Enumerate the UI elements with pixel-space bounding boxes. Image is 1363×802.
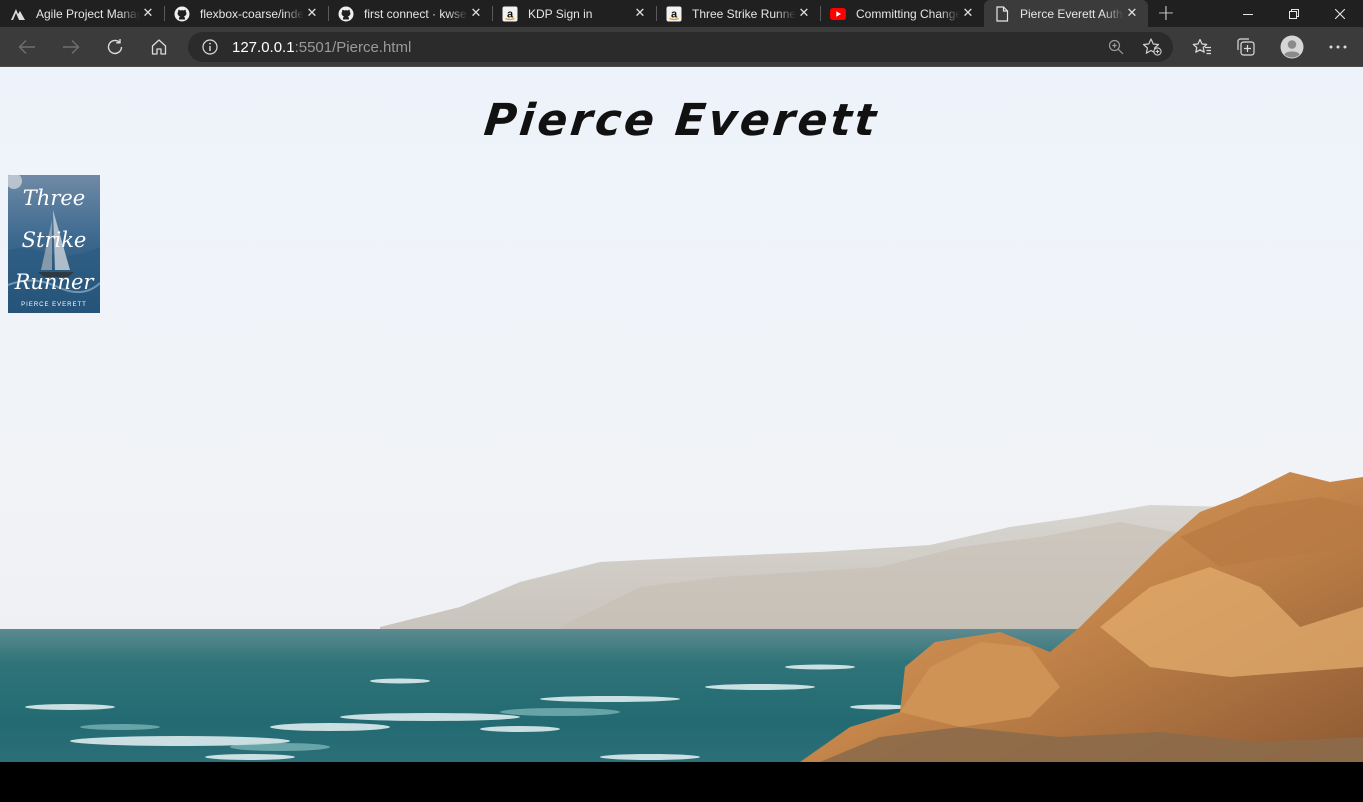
page-icon [994,5,1010,22]
close-icon[interactable]: ✕ [304,6,320,22]
book-title-line: Strike [21,228,87,252]
book-title-line: Three [22,186,86,210]
home-icon [151,38,167,55]
avatar-icon [1280,35,1304,59]
restore-button[interactable] [1271,0,1317,27]
url-host: 127.0.0.1 [232,38,295,56]
forward-arrow-icon [63,39,80,54]
taskbar-area [0,762,1363,802]
add-favorite-icon[interactable] [1139,34,1165,60]
page-title: Pierce Everett [481,95,882,146]
address-bar[interactable]: 127.0.0.1:5501/Pierce.html [188,32,1173,62]
tab-kdp-sign-in[interactable]: a KDP Sign in ✕ [492,0,656,27]
close-icon[interactable]: ✕ [632,6,648,22]
background-landscape-image [0,67,1363,762]
settings-menu-button[interactable] [1322,31,1354,63]
url-path: :5501/Pierce.html [294,38,412,56]
tab-pierce-everett-author[interactable]: Pierce Everett Author ✕ [984,0,1148,27]
collections-button[interactable] [1230,31,1262,63]
book-title: Three Strike Runner [8,177,100,303]
close-icon[interactable]: ✕ [960,6,976,22]
tab-title: first connect · kwse [364,6,467,21]
amazon-icon: a [502,6,518,22]
profile-button[interactable] [1276,31,1308,63]
more-icon [1329,45,1347,49]
favorites-button[interactable] [1186,31,1218,63]
tab-strip: Agile Project Management ✕ flexbox-coars… [0,0,1363,27]
back-arrow-icon [18,39,35,54]
close-icon [1335,8,1345,19]
window-controls [1225,0,1363,27]
tab-title: Agile Project Management [36,6,140,21]
github-icon [338,6,354,22]
refresh-button[interactable] [99,31,131,63]
tab-committing-changes[interactable]: Committing Changes ✕ [820,0,984,27]
close-window-button[interactable] [1317,0,1363,27]
back-button[interactable] [11,31,43,63]
collections-icon [1237,38,1255,56]
agile-logo-icon [10,6,26,22]
tab-three-strike-runner[interactable]: a Three Strike Runner ✕ [656,0,820,27]
zoom-icon[interactable] [1103,34,1129,60]
close-icon[interactable]: ✕ [796,6,812,22]
tab-title: Pierce Everett Author [1020,6,1124,21]
tab-agile[interactable]: Agile Project Management ✕ [0,0,164,27]
info-icon[interactable] [201,38,219,56]
tab-title: Three Strike Runner [692,6,796,21]
home-button[interactable] [143,31,175,63]
tab-flexbox[interactable]: flexbox-coarse/index ✕ [164,0,328,27]
minimize-icon [1243,13,1253,15]
tab-first-connect[interactable]: first connect · kwse ✕ [328,0,492,27]
close-icon[interactable]: ✕ [1124,6,1140,22]
page-viewport[interactable]: Pierce Everett Three Strike Runner PIERC [0,67,1363,762]
minimize-button[interactable] [1225,0,1271,27]
book-title-line: Runner [14,270,94,294]
tab-title: Committing Changes [856,6,960,21]
close-icon[interactable]: ✕ [468,6,484,22]
url-text[interactable]: 127.0.0.1:5501/Pierce.html [232,39,411,56]
tab-title: KDP Sign in [528,6,593,21]
tab-title: flexbox-coarse/index [200,6,304,21]
youtube-icon [830,6,846,22]
refresh-icon [107,38,123,54]
forward-button[interactable] [55,31,87,63]
book-cover-three-strike-runner[interactable]: Three Strike Runner PIERCE EVERETT [8,175,100,313]
new-tab-button[interactable]: + [1148,0,1184,27]
github-icon [174,6,190,22]
close-icon[interactable]: ✕ [140,6,156,22]
restore-icon [1289,8,1299,19]
book-author: PIERCE EVERETT [21,302,87,308]
favorites-icon [1192,38,1211,55]
navigation-toolbar: 127.0.0.1:5501/Pierce.html [0,27,1363,67]
amazon-icon: a [666,6,682,22]
